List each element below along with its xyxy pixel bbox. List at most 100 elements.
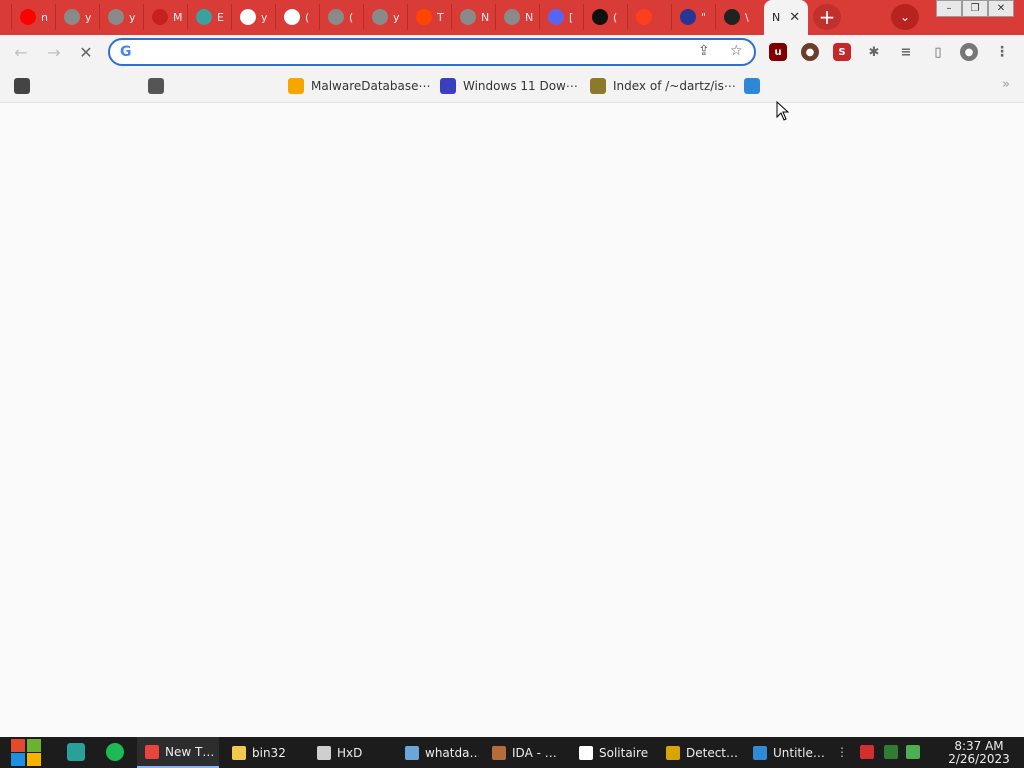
tab[interactable]: y [231, 4, 273, 30]
stop-loading-button[interactable]: ✕ [75, 41, 97, 63]
taskbar-button-label: Solitaire [599, 745, 649, 760]
tab-title: ( [305, 10, 310, 24]
avatar-extension-icon[interactable]: ● [801, 43, 819, 61]
yandex-icon [636, 9, 652, 25]
minimize-button[interactable]: – [936, 0, 962, 17]
google-icon [240, 9, 256, 25]
bookmark-item[interactable] [744, 77, 767, 95]
new-tab-button[interactable]: + [813, 4, 841, 30]
tab[interactable]: y [363, 4, 405, 30]
taskbar-button[interactable]: Untitle… [745, 737, 827, 768]
tab[interactable]: y [99, 4, 141, 30]
taskbar-button[interactable]: Detect… [658, 737, 740, 768]
system-clock[interactable]: 8:37 AM 2/26/2023 [944, 740, 1014, 766]
tab[interactable]: " [671, 4, 713, 30]
tab[interactable]: N [451, 4, 493, 30]
github-icon [592, 9, 608, 25]
tab[interactable]: T [407, 4, 449, 30]
tray-overflow-icon[interactable]: ⋮ [836, 745, 850, 759]
folder-icon [232, 745, 246, 760]
sticker-icon [14, 78, 30, 94]
taskbar-button[interactable]: whatda… [397, 737, 479, 768]
globe-icon [504, 9, 520, 25]
tab-title: " [701, 10, 707, 24]
media-control-icon[interactable]: ≡ [897, 43, 915, 61]
google-icon: G [120, 44, 132, 60]
forward-button[interactable]: → [43, 41, 65, 63]
share-icon[interactable]: ⇪ [698, 43, 710, 59]
taskbar-button[interactable]: New T… [137, 737, 219, 768]
tab-active[interactable]: N ✕ [764, 0, 808, 35]
tab-title: ( [613, 10, 618, 24]
restore-button[interactable]: ❐ [962, 0, 988, 17]
tab[interactable] [627, 4, 669, 30]
tab-title: ( [349, 10, 354, 24]
bookmark-item[interactable] [14, 77, 37, 95]
taskbar-button[interactable]: Solitaire [571, 737, 653, 768]
tab[interactable]: M [143, 4, 185, 30]
chrome-icon [145, 744, 159, 759]
archive-icon [724, 9, 740, 25]
globe-icon [460, 9, 476, 25]
tab[interactable]: ( [583, 4, 625, 30]
bookmark-item[interactable]: Index of /~dartz/is⋯ [590, 77, 736, 95]
tab[interactable]: ( [319, 4, 361, 30]
reddit-icon [416, 9, 432, 25]
tab[interactable]: ( [275, 4, 317, 30]
windows-start-icon[interactable] [10, 738, 43, 767]
bookmark-label: Index of /~dartz/is⋯ [613, 79, 736, 93]
flag-icon[interactable] [860, 745, 874, 759]
back-button[interactable]: ← [10, 41, 32, 63]
taskbar-button[interactable]: HxD [309, 737, 392, 768]
side-panel-icon[interactable]: ▯ [929, 43, 947, 61]
address-input[interactable] [144, 43, 684, 61]
figure-icon [590, 78, 606, 94]
tab-search-button[interactable]: ⌄ [891, 4, 919, 30]
taskbar-button[interactable]: IDA - … [484, 737, 566, 768]
ph-icon [288, 78, 304, 94]
tab-title: N [481, 10, 490, 24]
tab[interactable]: E [187, 4, 229, 30]
profile-avatar-icon[interactable]: ● [960, 43, 978, 61]
tab-title: y [129, 10, 136, 24]
x-icon [440, 78, 456, 94]
tab-title: T [437, 10, 444, 24]
spotify-icon[interactable] [106, 743, 124, 761]
tab-title: E [217, 10, 224, 24]
twenty-icon [680, 9, 696, 25]
taskbar-button-label: IDA - … [512, 745, 557, 760]
bookmarks-overflow-icon[interactable]: » [1002, 77, 1010, 92]
picture-icon [405, 745, 419, 760]
bookmark-item[interactable]: MalwareDatabase⋯ [288, 77, 431, 95]
bookmark-item[interactable]: Windows 11 Dow⋯ [440, 77, 578, 95]
taskbar-button-label: New T… [165, 744, 215, 759]
tab[interactable]: N [495, 4, 537, 30]
taskbar-button-label: HxD [337, 745, 363, 760]
tab[interactable]: [ [539, 4, 581, 30]
hxd-icon [317, 745, 331, 760]
tab-title: N [772, 11, 781, 24]
volume-icon[interactable] [906, 745, 920, 759]
taskbar-button[interactable]: bin32 [224, 737, 304, 768]
taskbar-button-label: Detect… [686, 745, 739, 760]
cards-icon [579, 745, 593, 760]
extensions-puzzle-icon[interactable]: ✱ [865, 43, 883, 61]
google-icon [284, 9, 300, 25]
close-window-button[interactable]: ✕ [988, 0, 1014, 17]
tab[interactable]: y [55, 4, 97, 30]
tab-title: y [261, 10, 268, 24]
bookmark-item[interactable] [148, 77, 171, 95]
globe-icon [148, 78, 164, 94]
menu-kebab-icon[interactable]: ⋮ [993, 43, 1011, 61]
network-icon[interactable] [884, 745, 898, 759]
bookmark-star-icon[interactable]: ☆ [730, 43, 743, 59]
ublock-extension-icon[interactable]: u [769, 43, 787, 61]
tab[interactable]: n [11, 4, 53, 30]
tab[interactable]: \ [715, 4, 757, 30]
task-view-icon[interactable] [67, 743, 85, 761]
mouse-cursor-icon [776, 101, 790, 121]
close-tab-icon[interactable]: ✕ [789, 10, 800, 25]
address-bar[interactable]: G ⇪ ☆ [108, 38, 756, 66]
taskbar-button-label: whatda… [425, 745, 479, 760]
s-extension-icon[interactable]: S [833, 43, 851, 61]
